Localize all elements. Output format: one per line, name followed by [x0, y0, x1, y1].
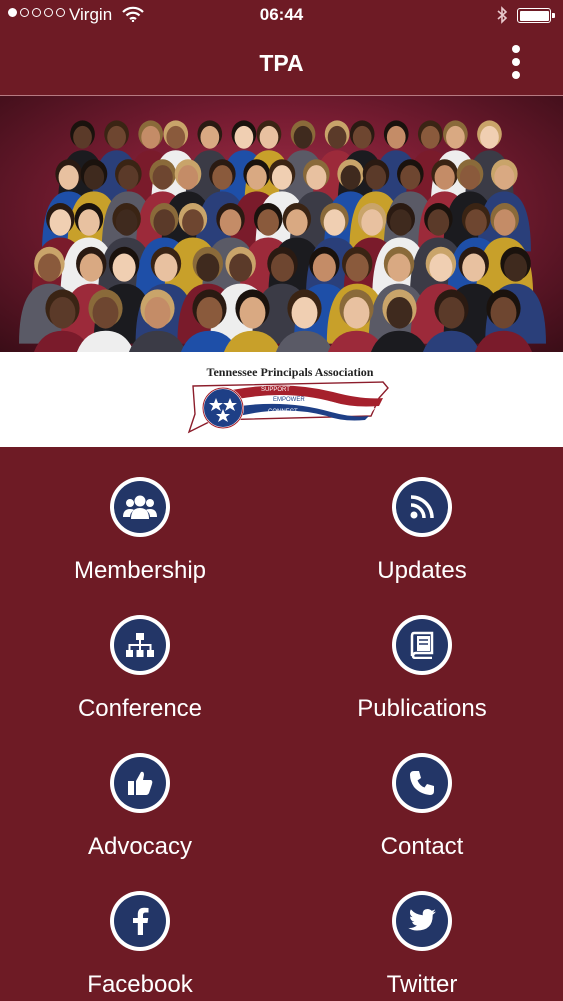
advocacy-label: Advocacy	[87, 833, 193, 860]
sitemap-icon	[114, 619, 166, 671]
hero-group-photo	[0, 96, 563, 352]
publications-label: Publications	[357, 695, 487, 722]
advocacy-button[interactable]: Advocacy	[40, 733, 240, 863]
publications-button[interactable]: Publications	[322, 595, 522, 725]
app-title: TPA	[259, 50, 304, 76]
app-bar: TPA	[0, 32, 563, 96]
facebook-label: Facebook	[87, 971, 193, 998]
phone-icon	[396, 757, 448, 809]
rss-feed-icon	[396, 481, 448, 533]
updates-label: Updates	[377, 557, 467, 584]
conference-label: Conference	[77, 695, 203, 722]
contact-button[interactable]: Contact	[322, 733, 522, 863]
status-bar: Virgin 06:44	[0, 0, 563, 32]
twitter-button[interactable]: Twitter	[322, 871, 522, 1001]
facebook-button[interactable]: Facebook	[40, 871, 240, 1001]
more-vert-icon[interactable]	[500, 40, 532, 84]
twitter-label: Twitter	[386, 971, 458, 998]
clock: 06:44	[259, 5, 304, 24]
contact-label: Contact	[380, 833, 464, 860]
thumbs-up-icon	[114, 757, 166, 809]
membership-button[interactable]: Membership	[40, 457, 240, 587]
people-group-icon	[114, 481, 166, 533]
battery-icon	[517, 8, 555, 23]
logo-tagline-empower: EMPOWER	[273, 397, 305, 403]
conference-button[interactable]: Conference	[40, 595, 240, 725]
logo-tagline-support: SUPPORT	[261, 387, 290, 393]
logo-title: Tennessee Principals Association	[207, 365, 374, 379]
bluetooth-icon	[496, 6, 508, 29]
logo-tagline-connect: CONNECT	[268, 409, 298, 415]
membership-label: Membership	[73, 557, 207, 584]
tpa-logo: Tennessee Principals Association SUPPORT…	[187, 365, 389, 434]
logo-band: Tennessee Principals Association SUPPORT…	[0, 352, 563, 447]
twitter-icon	[396, 895, 448, 947]
facebook-icon	[114, 895, 166, 947]
menu-grid: Membership Updates Conference Publicatio…	[0, 447, 563, 1000]
book-icon	[396, 619, 448, 671]
updates-button[interactable]: Updates	[322, 457, 522, 587]
